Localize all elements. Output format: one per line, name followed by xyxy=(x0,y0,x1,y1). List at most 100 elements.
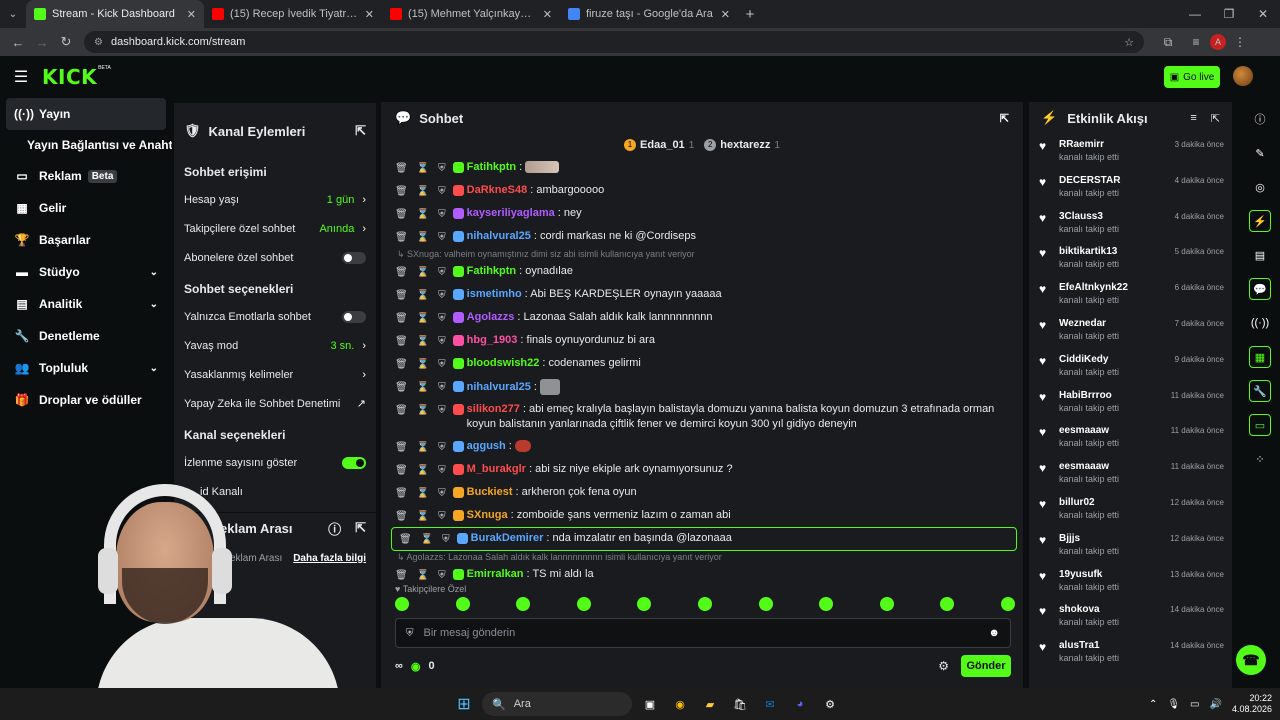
delete-icon[interactable]: 🗑 xyxy=(395,440,408,455)
chrome-icon[interactable]: ◉ xyxy=(668,692,692,716)
timeout-icon[interactable]: ⌛ xyxy=(417,380,429,395)
chat-username[interactable]: Buckiest xyxy=(467,486,513,498)
discord-icon[interactable]: ◕ xyxy=(788,692,812,716)
emote[interactable] xyxy=(758,597,773,611)
tray-chevron-icon[interactable]: ⌃ xyxy=(1149,699,1157,710)
chat-message[interactable]: 🗑 ⌛ ⛨ Emirralkan: TS mi aldı la xyxy=(395,563,1013,586)
slow-mode-row[interactable]: Yavaş mod 3 sn. › xyxy=(184,331,366,360)
delete-icon[interactable]: 🗑 xyxy=(395,357,408,372)
media-icon[interactable]: ≡ xyxy=(1182,35,1210,49)
chat-message[interactable]: 🗑 ⌛ ⛨ silikon277: abi emeç kralıyla başlayı… xyxy=(395,398,1013,435)
chat-username[interactable]: bloodswish22 xyxy=(467,357,540,369)
volume-icon[interactable]: 🔊 xyxy=(1210,699,1222,710)
profile-avatar[interactable]: A xyxy=(1210,34,1226,50)
network-icon[interactable]: ▭ xyxy=(1190,699,1199,710)
banned-words-row[interactable]: Yasaklanmış kelimeler › xyxy=(184,360,366,389)
new-tab-button[interactable]: + xyxy=(738,6,762,23)
feed-item[interactable]: ♥ eesmaaaw kanalı takip etti 11 dakika önce xyxy=(1029,420,1232,456)
ban-shield-icon[interactable]: ⛨ xyxy=(438,380,446,395)
timeout-icon[interactable]: ⌛ xyxy=(417,207,429,222)
popout-icon[interactable]: ⇱ xyxy=(1211,112,1220,125)
sidebar-item-topluluk[interactable]: 👥 Topluluk ⌄ xyxy=(0,352,172,384)
subscribers-only-toggle[interactable] xyxy=(342,251,366,264)
chat-message[interactable]: 🗑 ⌛ ⛨ hbg_1903: finals oynuyordunuz bi ara xyxy=(395,329,1013,352)
browser-tab[interactable]: Stream - Kick Dashboard ✕ xyxy=(26,0,204,28)
reload-icon[interactable]: ↻ xyxy=(54,34,78,50)
ban-shield-icon[interactable]: ⛨ xyxy=(438,463,446,478)
help-chat-button[interactable]: ☎ xyxy=(1236,645,1266,675)
ban-shield-icon[interactable]: ⛨ xyxy=(438,230,446,245)
chat-message[interactable]: 🗑 ⌛ ⛨ nihalvural25: xyxy=(395,375,1013,398)
delete-icon[interactable]: 🗑 xyxy=(395,568,408,583)
delete-icon[interactable]: 🗑 xyxy=(395,509,408,524)
calendar-icon[interactable]: ▦ xyxy=(1249,346,1271,368)
chat-message[interactable]: 🗑 ⌛ ⛨ bloodswish22: codenames gelirmi xyxy=(395,352,1013,375)
feed-item[interactable]: ♥ Bjjjs kanalı takip etti 12 dakika önce xyxy=(1029,528,1232,564)
file-explorer-icon[interactable]: ▰ xyxy=(698,692,722,716)
forward-icon[interactable]: → xyxy=(30,35,54,50)
emote[interactable] xyxy=(819,597,834,611)
close-tab-icon[interactable]: ✕ xyxy=(365,8,374,21)
ban-shield-icon[interactable]: ⛨ xyxy=(438,184,446,199)
chat-message[interactable]: 🗑 ⌛ ⛨ nihalvural25: cordi markası ne ki @Co… xyxy=(395,225,1013,248)
mic-icon[interactable]: 🎙 xyxy=(1167,699,1180,710)
timeout-icon[interactable]: ⌛ xyxy=(417,509,429,524)
close-window-icon[interactable]: ✕ xyxy=(1246,7,1280,21)
delete-icon[interactable]: 🗑 xyxy=(395,207,408,222)
chat-username[interactable]: DaRkneS48 xyxy=(467,184,528,196)
ban-shield-icon[interactable]: ⛨ xyxy=(442,532,450,547)
chat-username[interactable]: SXnuga xyxy=(467,509,508,521)
popout-icon[interactable]: ⇱ xyxy=(355,520,366,536)
chat-username[interactable]: ismetimho xyxy=(467,288,522,300)
chat-username[interactable]: BurakDemirer xyxy=(471,532,544,544)
ban-shield-icon[interactable]: ⛨ xyxy=(438,568,446,583)
delete-icon[interactable]: 🗑 xyxy=(395,288,408,303)
emote[interactable] xyxy=(576,597,591,611)
feed-item[interactable]: ♥ RRaemirr kanalı takip etti 3 dakika önce xyxy=(1029,134,1232,170)
url-bar[interactable]: ⚙ dashboard.kick.com/stream ☆ xyxy=(84,31,1144,53)
chat-input[interactable]: ⛨ Bir mesaj gönderin ☻ xyxy=(395,618,1011,648)
sidebar-item-denetleme[interactable]: 🔧 Denetleme xyxy=(0,320,172,352)
chat-username[interactable]: silikon277 xyxy=(467,403,520,415)
leaderboard-entry[interactable]: 1 Edaa_01 1 xyxy=(624,139,694,151)
send-button[interactable]: Gönder xyxy=(961,655,1011,677)
chat-username[interactable]: Agolazzs xyxy=(467,311,515,323)
delete-icon[interactable]: 🗑 xyxy=(395,265,408,280)
chat-username[interactable]: kayseriliyaglama xyxy=(467,207,555,219)
broadcast-icon[interactable]: ((·)) xyxy=(1249,312,1271,334)
chat-message[interactable]: 🗑 ⌛ ⛨ SXnuga: zomboide şans vermeniz lazım … xyxy=(395,504,1013,527)
timeout-icon[interactable]: ⌛ xyxy=(417,486,429,501)
chat-username[interactable]: nihalvural25 xyxy=(467,381,531,393)
ban-shield-icon[interactable]: ⛨ xyxy=(438,311,446,326)
ban-shield-icon[interactable]: ⛨ xyxy=(438,161,446,176)
chat-username[interactable]: aggush xyxy=(467,440,506,452)
feed-item[interactable]: ♥ EfeAltnkynk22 kanalı takip etti 6 dakika … xyxy=(1029,277,1232,313)
close-tab-icon[interactable]: ✕ xyxy=(543,8,552,21)
feed-item[interactable]: ♥ CiddiKedy kanalı takip etti 9 dakika önce xyxy=(1029,349,1232,385)
task-view-icon[interactable]: ▣ xyxy=(638,692,662,716)
back-icon[interactable]: ← xyxy=(6,35,30,50)
feed-item[interactable]: ♥ 19yusufk kanalı takip etti 13 dakika önce xyxy=(1029,564,1232,600)
delete-icon[interactable]: 🗑 xyxy=(395,380,408,395)
ban-shield-icon[interactable]: ⛨ xyxy=(438,440,446,455)
edit-icon[interactable]: ✎ xyxy=(1249,142,1271,164)
user-avatar[interactable] xyxy=(1233,66,1253,86)
sidebar-item-stream-key[interactable]: Yayın Bağlantısı ve Anahtarı xyxy=(0,130,172,160)
wrench-icon[interactable]: 🔧 xyxy=(1249,380,1271,402)
chat-username[interactable]: Fatihkptn xyxy=(467,265,517,277)
tab-search-icon[interactable]: ⌄ xyxy=(0,0,26,28)
outlook-icon[interactable]: ✉ xyxy=(758,692,782,716)
camera-icon[interactable]: ◎ xyxy=(1249,176,1271,198)
ban-shield-icon[interactable]: ⛨ xyxy=(438,207,446,222)
emoji-icon[interactable]: ☻ xyxy=(988,627,1000,639)
emote[interactable] xyxy=(395,597,409,611)
show-viewers-toggle[interactable] xyxy=(342,456,366,469)
chat-message[interactable]: 🗑 ⌛ ⛨ Fatihkptn: oynadılae xyxy=(395,260,1013,283)
timeout-icon[interactable]: ⌛ xyxy=(417,161,429,176)
delete-icon[interactable]: 🗑 xyxy=(395,463,408,478)
delete-icon[interactable]: 🗑 xyxy=(399,532,412,547)
chat-username[interactable]: nihalvural25 xyxy=(467,230,531,242)
chat-message[interactable]: 🗑 ⌛ ⛨ DaRkneS48: ambargooooo xyxy=(395,179,1013,202)
chat-username[interactable]: Emirralkan xyxy=(467,568,524,580)
go-live-button[interactable]: ▣ Go live xyxy=(1164,66,1220,88)
